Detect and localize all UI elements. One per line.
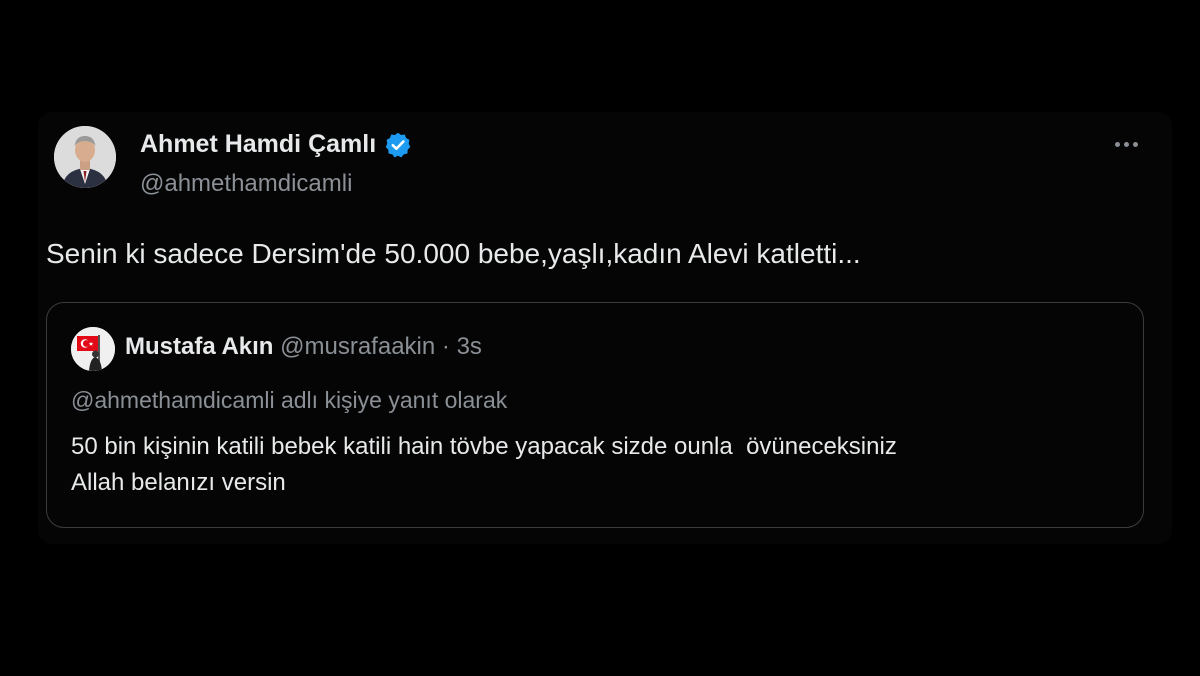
quote-author-avatar[interactable] <box>71 327 115 371</box>
quoted-tweet[interactable]: Mustafa Akın @musrafaakin · 3s @ahmetham… <box>46 302 1144 528</box>
author-avatar[interactable] <box>54 126 116 188</box>
more-options-icon[interactable] <box>1108 130 1144 158</box>
quote-author-name[interactable]: Mustafa Akın <box>125 333 273 360</box>
quote-replying-to: @ahmethamdicamli adlı kişiye yanıt olara… <box>71 387 508 413</box>
quote-separator: · <box>441 333 450 360</box>
author-handle[interactable]: @ahmethamdicamli <box>140 170 352 198</box>
author-name[interactable]: Ahmet Hamdi Çamlı <box>140 130 412 159</box>
verified-badge-icon <box>384 131 412 159</box>
quote-header: Mustafa Akın @musrafaakin · 3s <box>125 333 482 361</box>
tweet-card: Ahmet Hamdi Çamlı @ahmethamdicamli Senin… <box>38 112 1172 544</box>
quote-author-handle[interactable]: @musrafaakin <box>280 333 435 360</box>
quote-text-line: Allah belanızı versin <box>71 469 286 496</box>
quote-text-line: 50 bin kişinin katili bebek katili hain … <box>71 433 897 460</box>
author-name-text[interactable]: Ahmet Hamdi Çamlı <box>140 130 376 159</box>
quote-timestamp[interactable]: 3s <box>457 333 482 360</box>
tweet-text: Senin ki sadece Dersim'de 50.000 bebe,ya… <box>46 238 861 269</box>
quote-text: 50 bin kişinin katili bebek katili hain … <box>71 429 897 501</box>
